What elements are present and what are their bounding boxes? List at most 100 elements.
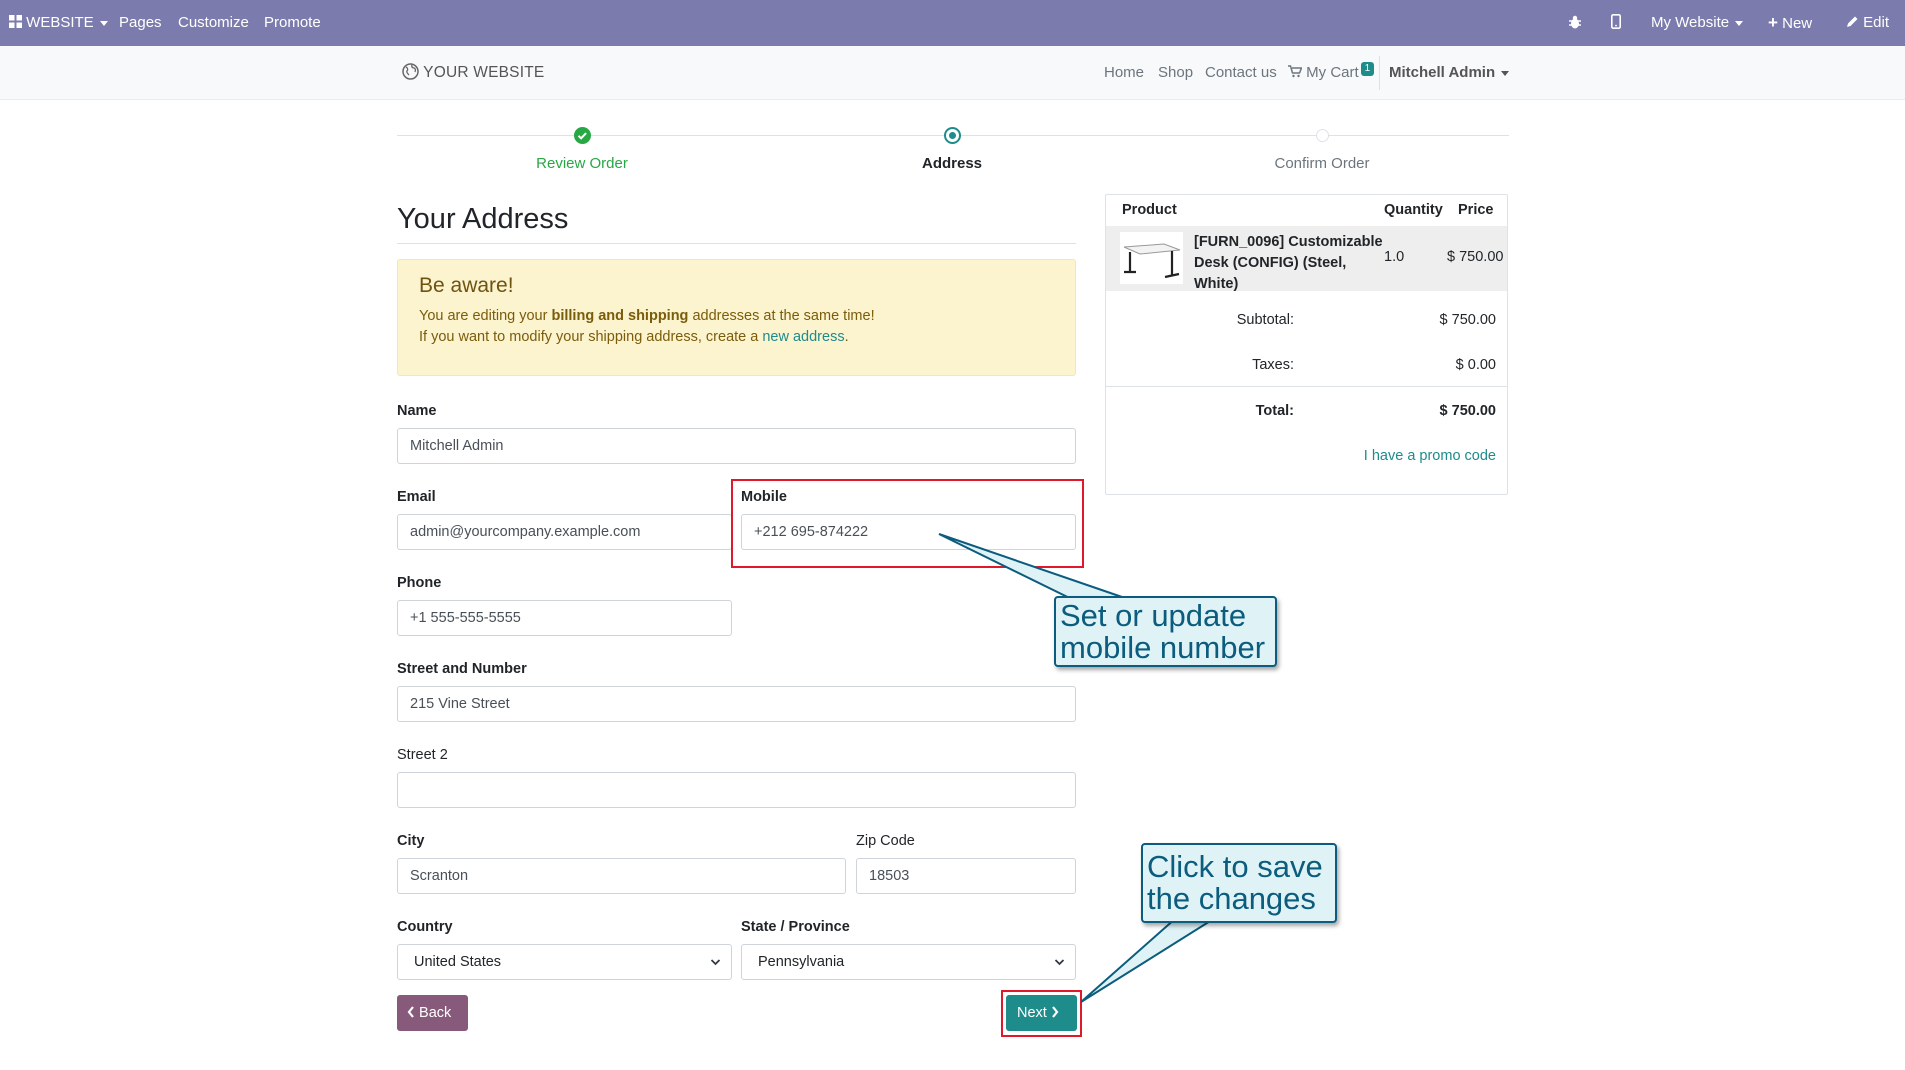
step-review-icon [574,127,591,144]
name-field[interactable]: Mitchell Admin [397,428,1076,464]
desk-product-image [1120,232,1183,284]
zip-label: Zip Code [856,833,915,849]
street2-field[interactable] [397,772,1076,808]
product-quantity: 1.0 [1384,249,1405,265]
total-value: $ 750.00 [1439,403,1496,419]
country-value: United States [414,954,502,970]
phone-label: Phone [397,575,442,591]
step-address-label: Address [921,155,983,172]
alert-line-2: If you want to modify your shipping addr… [419,327,1054,348]
country-label: Country [397,919,453,935]
phone-field[interactable]: +1 555-555-5555 [397,600,732,636]
nav-divider [1379,56,1380,90]
name-label: Name [397,403,437,419]
total-label: Total: [1255,403,1294,419]
my-website-switcher[interactable]: My Website [1651,0,1744,46]
alert-text: If you want to modify your shipping addr… [419,329,763,345]
apps-grid-icon [9,15,22,29]
tooltip-text: Set or update [1060,598,1247,633]
city-field[interactable]: Scranton [397,858,846,894]
step-confirm-icon [1316,129,1329,142]
pages-menu[interactable]: Pages [119,0,162,46]
mobile-preview-button[interactable] [1611,0,1621,46]
product-name-line: [FURN_0096] Customizable [1194,234,1383,250]
product-row: [FURN_0096] Customizable Desk (CONFIG) (… [1106,226,1507,292]
debug-button[interactable] [1568,0,1582,46]
subtotal-label: Subtotal: [1236,312,1294,328]
step-confirm-label: Confirm Order [1274,155,1370,172]
taxes-label: Taxes: [1252,357,1294,373]
state-value: Pennsylvania [758,954,845,970]
back-button[interactable]: Back [397,995,468,1031]
title-divider [397,243,1076,244]
chevron-down-icon [99,20,108,26]
product-name-line: White) [1194,276,1239,292]
alert-text: . [844,329,849,345]
tooltip-text: Click to save [1147,849,1323,884]
nav-shop[interactable]: Shop [1158,46,1193,100]
state-label: State / Province [741,919,850,935]
country-select[interactable]: United States [397,944,732,980]
order-summary: Product Quantity Price [FURN_0096] Custo… [1105,194,1508,495]
back-label: Back [419,1005,452,1021]
alert-title: Be aware! [419,274,514,297]
street-field[interactable]: 215 Vine Street [397,686,1076,722]
taxes-value: $ 0.00 [1455,357,1496,373]
nav-cart[interactable]: My Cart 1 [1288,46,1375,100]
bug-icon [1569,15,1581,29]
nav-home[interactable]: Home [1104,46,1144,100]
website-navbar: YOUR WEBSITE Home Shop Contact us My Car… [0,46,1905,100]
alert-bold-text: billing and shipping [551,308,689,324]
website-menu[interactable]: WEBSITE [9,0,108,46]
email-label: Email [397,489,436,505]
admin-topbar: WEBSITE Pages Customize Promote My Websi… [0,0,1905,46]
edit-button[interactable]: Edit [1846,0,1889,46]
product-name[interactable]: [FURN_0096] Customizable Desk (CONFIG) (… [1194,232,1383,295]
step-review-label[interactable]: Review Order [482,155,682,172]
alert-line-1: You are editing your billing and shippin… [419,306,1054,327]
zip-field[interactable]: 18503 [856,858,1076,894]
chevron-left-icon [407,1006,414,1018]
user-menu[interactable]: Mitchell Admin [1389,46,1510,100]
chevron-down-icon [1054,959,1065,966]
next-button[interactable]: Next [1006,995,1077,1031]
globe-icon [402,63,419,80]
tooltip-text: the changes [1147,881,1316,916]
street-label: Street and Number [397,661,527,677]
chevron-right-icon [1052,1006,1059,1018]
save-callout-pointer [1080,917,1219,1003]
mobile-tooltip: Set or update mobile number [1054,596,1277,667]
new-address-link[interactable]: new address [762,329,844,345]
cart-count-badge: 1 [1360,62,1375,76]
email-field[interactable]: admin@yourcompany.example.com [397,514,732,550]
promote-menu[interactable]: Promote [264,0,321,46]
col-product: Product [1122,202,1177,218]
next-label: Next [1017,1005,1047,1021]
my-website-label: My Website [1651,14,1730,31]
new-label: New [1782,15,1813,32]
chevron-down-icon [1501,70,1510,76]
site-logo-text: YOUR WEBSITE [423,64,545,81]
customize-menu[interactable]: Customize [178,0,249,46]
alert-text: You are editing your [419,308,552,324]
page-title: Your Address [397,203,569,235]
promo-code-link[interactable]: I have a promo code [1364,448,1496,464]
nav-contact[interactable]: Contact us [1205,46,1277,100]
col-quantity: Quantity [1384,202,1443,218]
plus-icon: + [1768,13,1778,32]
chevron-down-icon [710,959,721,966]
mobile-label: Mobile [741,489,787,505]
col-price: Price [1458,202,1494,218]
website-menu-label: WEBSITE [26,14,94,31]
save-tooltip: Click to save the changes [1141,843,1337,923]
pencil-icon [1847,16,1858,28]
state-select[interactable]: Pennsylvania [741,944,1076,980]
tooltip-text: mobile number [1060,630,1266,665]
new-button[interactable]: + New [1768,0,1812,46]
user-name: Mitchell Admin [1389,64,1496,81]
billing-shipping-alert: Be aware! You are editing your billing a… [397,259,1076,376]
site-logo[interactable]: YOUR WEBSITE [402,46,544,100]
city-label: City [397,833,425,849]
chevron-down-icon [1735,20,1744,26]
mobile-field[interactable]: +212 695-874222 [741,514,1076,550]
